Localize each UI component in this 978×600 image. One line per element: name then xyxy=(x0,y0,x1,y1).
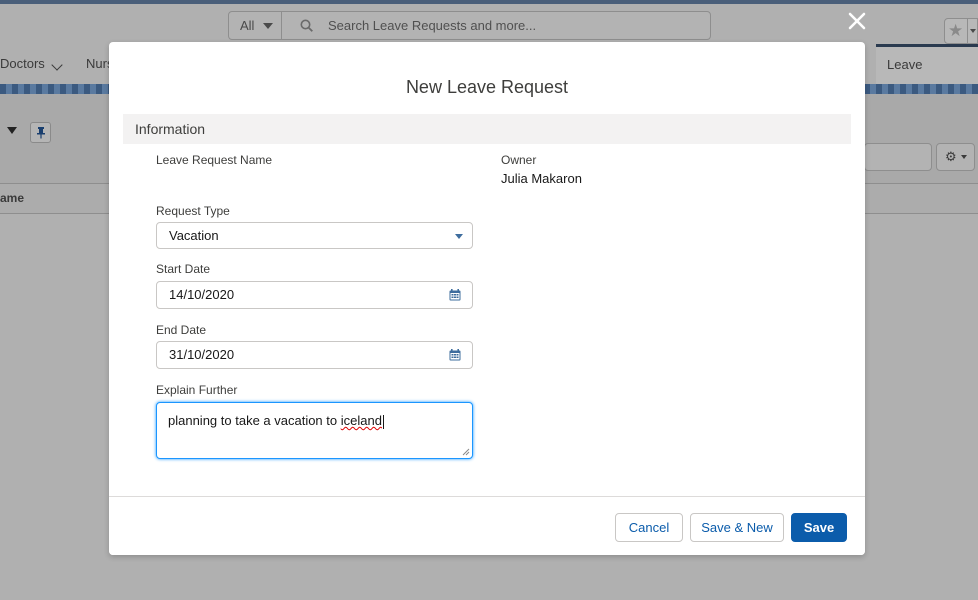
global-header: All Search Leave Requests and more... ★ xyxy=(0,4,978,44)
cancel-button[interactable]: Cancel xyxy=(615,513,683,542)
leave-request-name-label: Leave Request Name xyxy=(156,153,273,167)
request-type-value: Vacation xyxy=(169,228,219,243)
modal-title: New Leave Request xyxy=(405,77,569,97)
end-date-value: 31/10/2020 xyxy=(169,347,235,362)
nav-item-doctors[interactable]: Doctors xyxy=(0,44,45,84)
save-and-new-button[interactable]: Save & New xyxy=(690,513,784,542)
owner-label: Owner xyxy=(501,153,537,167)
explain-further-label: Explain Further xyxy=(156,383,238,397)
global-search[interactable]: All Search Leave Requests and more... xyxy=(228,11,711,40)
resize-handle-icon[interactable] xyxy=(462,448,470,456)
search-scope-dropdown[interactable]: All xyxy=(229,12,282,39)
list-view-switcher-icon[interactable] xyxy=(7,127,17,134)
close-icon[interactable] xyxy=(846,10,868,32)
section-title: Information xyxy=(135,121,206,137)
favorites-button[interactable]: ★ xyxy=(944,18,978,44)
owner-value: Julia Makaron xyxy=(501,171,582,186)
explain-further-text: planning to take a vacation to xyxy=(168,413,341,428)
favorites-dropdown[interactable] xyxy=(967,19,977,43)
pin-icon[interactable] xyxy=(30,122,51,143)
calendar-icon[interactable] xyxy=(449,349,461,361)
request-type-select[interactable]: Vacation xyxy=(156,222,473,249)
request-type-label: Request Type xyxy=(156,204,230,218)
chevron-down-icon[interactable] xyxy=(51,59,63,71)
chevron-down-icon xyxy=(455,234,463,239)
save-button[interactable]: Save xyxy=(791,513,847,542)
chevron-down-icon xyxy=(961,155,967,159)
end-date-label: End Date xyxy=(156,323,207,337)
misspelled-word: iceland xyxy=(340,413,382,428)
end-date-input[interactable]: 31/10/2020 xyxy=(156,341,473,369)
nav-item-leave-requests[interactable]: Leave Requests xyxy=(876,44,978,108)
search-input[interactable]: Search Leave Requests and more... xyxy=(328,12,536,39)
list-settings-button[interactable]: ⚙ xyxy=(936,143,975,171)
section-header-information[interactable]: Information xyxy=(123,114,851,144)
column-header-name[interactable]: ame xyxy=(0,191,24,205)
list-search-input[interactable] xyxy=(864,143,932,171)
new-leave-request-modal: New Leave Request Information Leave Requ… xyxy=(109,42,865,555)
calendar-icon[interactable] xyxy=(449,289,461,301)
search-scope-label: All xyxy=(240,18,255,33)
start-date-label: Start Date xyxy=(156,262,211,276)
star-icon: ★ xyxy=(948,21,964,40)
search-icon xyxy=(300,19,313,32)
gear-icon: ⚙ xyxy=(945,149,957,164)
chevron-down-icon xyxy=(263,23,273,29)
start-date-input[interactable]: 14/10/2020 xyxy=(156,281,473,309)
start-date-value: 14/10/2020 xyxy=(169,287,235,302)
modal-footer: Cancel Save & New Save xyxy=(109,496,865,555)
explain-further-textarea[interactable]: planning to take a vacation to iceland xyxy=(156,402,473,459)
text-cursor xyxy=(382,414,384,429)
